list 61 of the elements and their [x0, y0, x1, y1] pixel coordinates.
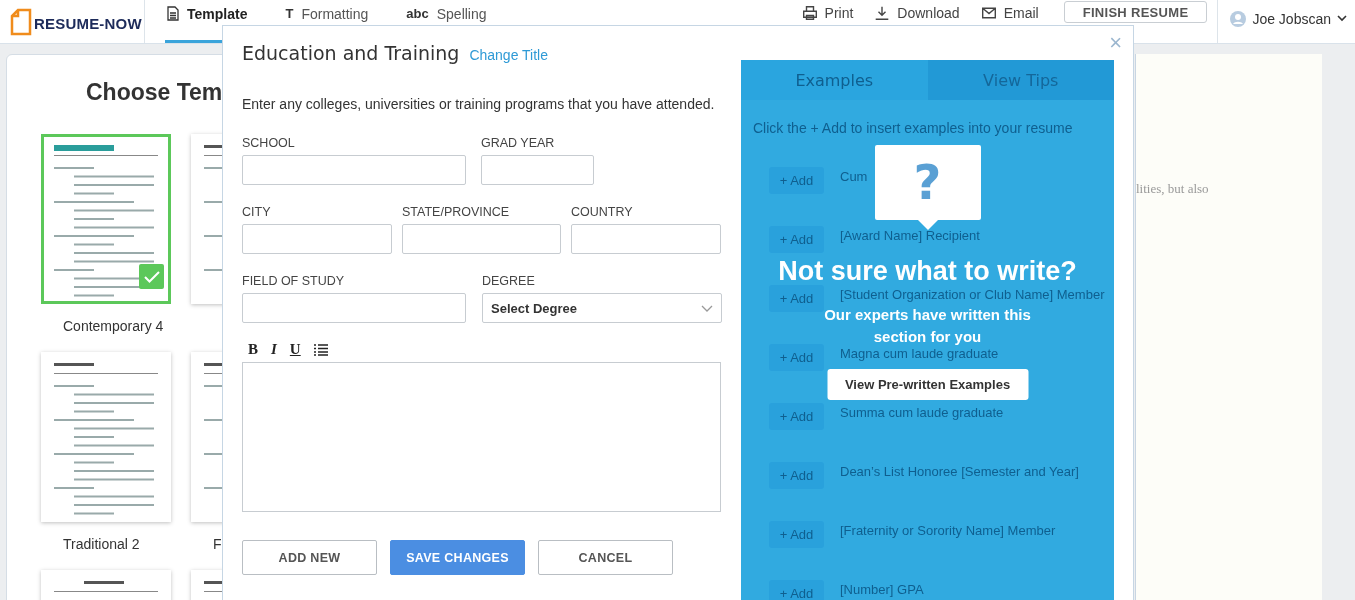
logo-icon [10, 7, 32, 36]
form-button[interactable]: ADD NEW [242, 540, 377, 575]
printer-icon [802, 6, 817, 20]
example-text: [Number] GPA [840, 583, 924, 597]
template-name: Contemporary 4 [63, 318, 164, 334]
example-text: Cum [840, 170, 868, 184]
finish-resume-button[interactable]: FINISH RESUME [1063, 1, 1208, 23]
hint-text: Click the + Add to insert examples into your resume [752, 119, 1073, 136]
panel-title: Choose Tem [86, 79, 223, 106]
form-button[interactable]: CANCEL [538, 540, 673, 575]
italic-button[interactable]: I [271, 341, 277, 358]
example-text: [Student Organization or Club Name] Member [840, 288, 1105, 302]
input-field[interactable] [242, 155, 466, 185]
input-field[interactable] [571, 224, 721, 254]
field-label: STATE/PROVINCE [402, 205, 511, 219]
view-examples-button[interactable]: View Pre-written Examples [827, 369, 1028, 400]
template-thumbnail[interactable] [41, 134, 171, 304]
envelope-icon [981, 6, 996, 20]
tab-icon: T [285, 6, 294, 21]
toolbar-action[interactable]: Email [981, 0, 1039, 21]
modal-title: Education and Training [242, 42, 460, 64]
example-text: Dean’s List Honoree [Semester and Year] [840, 465, 1079, 479]
download-icon [875, 6, 890, 20]
input-field[interactable] [242, 293, 466, 323]
overlay-text: Our experts have written this section for you [823, 305, 1032, 347]
field-label: SCHOOL [242, 136, 296, 150]
checkmark-icon [139, 264, 164, 289]
example-text: [Award Name] Recipient [840, 229, 980, 243]
bold-button[interactable]: B [248, 341, 258, 358]
chevron-down-icon [701, 304, 713, 312]
field-label: CITY [242, 205, 272, 219]
field-label: DEGREE [482, 274, 536, 288]
bubble-tail-icon [917, 220, 938, 230]
tab-icon: abc [406, 6, 429, 21]
text-editor[interactable] [242, 362, 721, 512]
avatar-icon [1230, 10, 1247, 27]
example-text: [Fraternity or Sorority Name] Member [840, 524, 1056, 538]
brand-logo[interactable]: RESUME-NOW [34, 15, 142, 32]
template-name: F [213, 536, 222, 552]
toolbar-action[interactable]: Print [802, 0, 854, 21]
document-icon [167, 6, 179, 21]
field-label: GRAD YEAR [481, 136, 556, 150]
example-text: Magna cum laude graduate [840, 347, 999, 361]
resume-text: lities, but also [1136, 181, 1209, 196]
example-text: Summa cum laude graduate [840, 406, 1004, 420]
chevron-down-icon [1337, 15, 1347, 22]
user-menu[interactable]: Joe Jobscan [1217, 0, 1355, 43]
template-name: Traditional 2 [63, 536, 140, 552]
template-thumbnail[interactable] [41, 352, 171, 522]
overlay-heading: Not sure what to write? [778, 256, 1077, 287]
field-label: FIELD OF STUDY [242, 274, 346, 288]
underline-button[interactable]: U [289, 341, 301, 358]
field-label: COUNTRY [571, 205, 634, 219]
input-field[interactable] [402, 224, 561, 254]
intro-text: Enter any colleges, universities or training programs that you have attended. [242, 96, 716, 112]
list-icon[interactable] [313, 343, 328, 356]
question-bubble: ? [874, 145, 981, 220]
degree-select[interactable]: Select Degree [482, 293, 722, 323]
input-field[interactable] [481, 155, 594, 185]
input-field[interactable] [242, 224, 392, 254]
toolbar-action[interactable]: Download [875, 0, 960, 21]
